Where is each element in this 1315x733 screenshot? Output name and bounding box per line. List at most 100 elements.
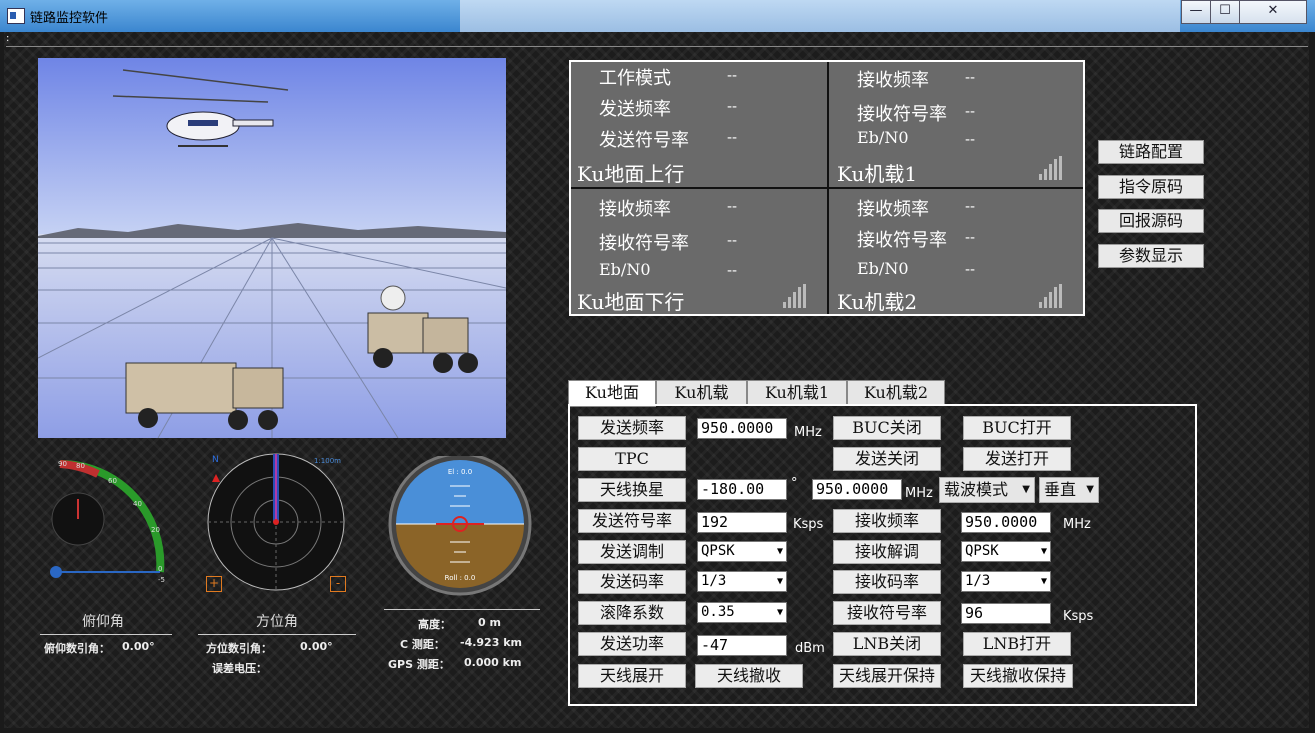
ebn0-value: --: [965, 132, 976, 148]
rx-rate-label: 接收符号率: [599, 233, 689, 254]
buc-on-button[interactable]: BUC打开: [963, 416, 1071, 440]
satellite-freq-input[interactable]: 950.0000: [812, 479, 902, 500]
carrier-mode-select[interactable]: 载波模式 ▼: [939, 477, 1035, 503]
rx-freq-input[interactable]: 950.0000: [961, 512, 1051, 533]
rx-demod-value: QPSK: [965, 543, 999, 559]
lnb-off-button[interactable]: LNB关闭: [833, 632, 941, 656]
tx-power-input[interactable]: -47: [697, 635, 787, 656]
switch-satellite-button[interactable]: 天线换星: [578, 478, 686, 502]
ebn0-label: Eb/N0: [857, 259, 909, 278]
tx-modulation-button[interactable]: 发送调制: [578, 540, 686, 564]
rx-freq-button[interactable]: 接收频率: [833, 509, 941, 533]
work-mode-label: 工作模式: [599, 68, 671, 89]
polarization-value: 垂直: [1044, 480, 1077, 499]
cell-title-air1: Ku机载1: [837, 162, 918, 186]
degree-unit: °: [791, 476, 798, 491]
satellite-freq-unit: MHz: [905, 486, 933, 501]
zoom-in-button[interactable]: +: [206, 576, 222, 592]
tx-on-button[interactable]: 发送打开: [963, 447, 1071, 471]
rx-rate-value: --: [965, 230, 976, 246]
rx-freq-unit: MHz: [1063, 517, 1091, 532]
tx-freq-input[interactable]: 950.0000: [697, 418, 787, 439]
north-arrow-icon: [212, 474, 220, 482]
tx-off-button[interactable]: 发送关闭: [833, 447, 941, 471]
antenna-deploy-hold-button[interactable]: 天线展开保持: [833, 664, 941, 688]
ebn0-value: --: [727, 263, 738, 279]
satellite-angle-input[interactable]: -180.00: [697, 479, 787, 500]
rx-code-rate-select[interactable]: 1/3 ▼: [961, 571, 1051, 592]
tx-freq-label: 发送频率: [599, 99, 671, 120]
rx-rate-label: 接收符号率: [857, 230, 947, 251]
radar-scale: 1:100m: [314, 457, 341, 465]
divider: [384, 609, 540, 610]
pitch-tick-20: 20: [151, 526, 160, 534]
gps-range-value: 0.000 km: [464, 656, 522, 669]
app-icon: [7, 8, 25, 24]
rx-freq-value: --: [727, 199, 738, 215]
c-range-label: C 测距：: [400, 638, 445, 651]
signal-bars-icon: [1039, 284, 1063, 308]
param-display-button[interactable]: 参数显示: [1098, 244, 1204, 268]
rolloff-value: 0.35: [701, 604, 735, 620]
link-config-button[interactable]: 链路配置: [1098, 140, 1204, 164]
north-indicator: N: [212, 455, 219, 465]
rx-code-rate-value: 1/3: [965, 573, 991, 589]
status-cell-ground-down: 接收频率 -- 接收符号率 -- Eb/N0 -- Ku地面下行: [571, 189, 827, 315]
pitch-gauge: 90 80 60 40 20 0 -5: [50, 459, 165, 584]
tab-ku-air[interactable]: Ku机载: [656, 380, 747, 405]
tab-ku-ground[interactable]: Ku地面: [568, 380, 656, 407]
chevron-down-icon: ▼: [1040, 546, 1047, 557]
tx-freq-value: --: [727, 99, 738, 115]
rx-demod-select[interactable]: QPSK ▼: [961, 541, 1051, 562]
status-cell-air2: 接收频率 -- 接收符号率 -- Eb/N0 -- Ku机载2: [829, 189, 1085, 315]
roll-readout: Roll : 0.0: [445, 574, 476, 582]
tx-freq-button[interactable]: 发送频率: [578, 416, 686, 440]
chevron-down-icon: ▼: [1040, 576, 1047, 587]
minimize-button[interactable]: —: [1181, 0, 1211, 24]
pitch-tick-60: 60: [108, 477, 117, 485]
status-cell-ground-up: 工作模式 -- 发送频率 -- 发送符号率 -- Ku地面上行: [571, 62, 827, 188]
rx-demod-button[interactable]: 接收解调: [833, 540, 941, 564]
tab-ku-air2[interactable]: Ku机载2: [847, 380, 945, 405]
ebn0-label: Eb/N0: [599, 260, 651, 279]
tx-power-button[interactable]: 发送功率: [578, 632, 686, 656]
tpc-button[interactable]: TPC: [578, 447, 686, 471]
rx-freq-label: 接收频率: [857, 70, 929, 91]
maximize-button[interactable]: ☐: [1210, 0, 1240, 24]
polarization-select[interactable]: 垂直 ▼: [1039, 477, 1099, 503]
tx-code-rate-select[interactable]: 1/3 ▼: [697, 571, 787, 592]
tab-ku-air1[interactable]: Ku机载1: [747, 380, 847, 405]
antenna-stow-hold-button[interactable]: 天线撤收保持: [963, 664, 1073, 688]
menu-bar[interactable]: :: [6, 34, 1308, 47]
buc-off-button[interactable]: BUC关闭: [833, 416, 941, 440]
antenna-deploy-button[interactable]: 天线展开: [578, 664, 686, 688]
close-button[interactable]: ✕: [1239, 0, 1307, 24]
link-status-grid: 工作模式 -- 发送频率 -- 发送符号率 -- Ku地面上行 接收频率 -- …: [569, 60, 1085, 316]
chevron-down-icon: ▼: [1022, 484, 1030, 495]
tx-symbol-rate-input[interactable]: 192: [697, 512, 787, 533]
rx-rate-value: --: [727, 233, 738, 249]
height-value: 0 m: [478, 616, 501, 629]
zoom-out-button[interactable]: -: [330, 576, 346, 592]
status-cell-air1: 接收频率 -- 接收符号率 -- Eb/N0 -- Ku机载1: [829, 62, 1085, 188]
command-code-button[interactable]: 指令原码: [1098, 175, 1204, 199]
rolloff-button[interactable]: 滚降系数: [578, 601, 686, 625]
pitch-label: 俯仰数引角：: [44, 642, 110, 655]
cell-title-ground-down: Ku地面下行: [577, 290, 685, 314]
antenna-stow-button[interactable]: 天线撤收: [695, 664, 803, 688]
rx-symbol-rate-button[interactable]: 接收符号率: [833, 601, 941, 625]
error-voltage-label: 误差电压：: [212, 662, 267, 675]
report-code-button[interactable]: 回报源码: [1098, 209, 1204, 233]
cell-title-ground-up: Ku地面上行: [577, 162, 685, 186]
tx-symbol-rate-button[interactable]: 发送符号率: [578, 509, 686, 533]
cell-title-air2: Ku机载2: [837, 290, 918, 314]
tx-modulation-select[interactable]: QPSK ▼: [697, 541, 787, 562]
tx-code-rate-button[interactable]: 发送码率: [578, 570, 686, 594]
lnb-on-button[interactable]: LNB打开: [963, 632, 1071, 656]
pitch-tick-minus5: -5: [158, 576, 165, 584]
rx-rate-label: 接收符号率: [857, 104, 947, 125]
height-label: 高度：: [418, 618, 451, 631]
rx-symbol-rate-input[interactable]: 96: [961, 603, 1051, 624]
rolloff-select[interactable]: 0.35 ▼: [697, 602, 787, 623]
rx-code-rate-button[interactable]: 接收码率: [833, 570, 941, 594]
